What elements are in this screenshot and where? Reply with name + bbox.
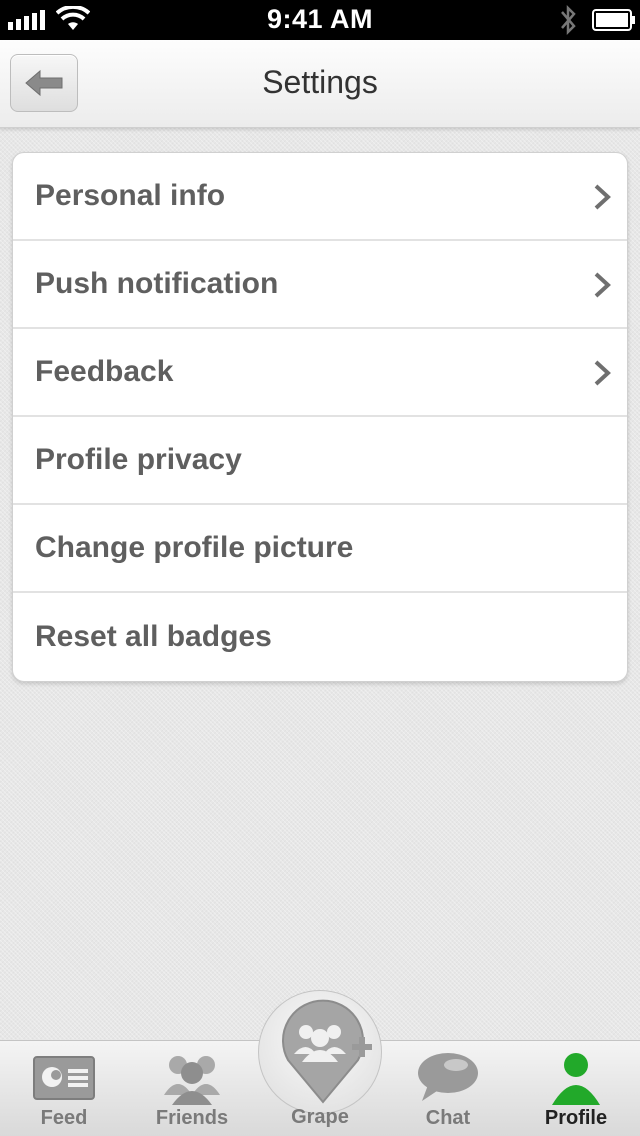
settings-item-label: Profile privacy [35,443,242,476]
tab-label: Profile [544,1107,608,1129]
tab-label: Feed [40,1107,88,1129]
settings-item-push-notification[interactable]: Push notification [13,241,627,329]
settings-item-reset-all-badges[interactable]: Reset all badges [13,593,627,681]
tab-label: Chat [425,1107,471,1129]
tab-label: Friends [155,1107,229,1129]
settings-item-label: Feedback [35,355,174,388]
tab-profile[interactable]: Profile [512,1041,640,1136]
settings-item-label: Reset all badges [35,620,272,653]
page-title: Settings [262,64,378,100]
chevron-right-icon [594,184,611,210]
settings-item-label: Personal info [35,179,226,212]
tab-friends[interactable]: Friends [128,1041,256,1136]
settings-item-change-profile-picture[interactable]: Change profile picture [13,505,627,593]
chevron-right-icon [594,272,611,298]
status-bar: 9:41 AM [0,0,640,40]
settings-item-label: Push notification [35,267,279,300]
feed-icon [33,1056,95,1100]
tab-feed[interactable]: Feed [0,1041,128,1136]
profile-icon [552,1053,600,1105]
tab-chat[interactable]: Chat [384,1041,512,1136]
bluetooth-icon [561,4,576,36]
settings-list: Personal info Push notification Feedback… [12,152,628,682]
battery-icon [592,9,635,31]
settings-item-feedback[interactable]: Feedback [13,329,627,417]
chat-icon [418,1053,478,1101]
settings-item-profile-privacy[interactable]: Profile privacy [13,417,627,505]
grape-add-icon[interactable] [268,998,378,1110]
chevron-right-icon [594,360,611,386]
settings-item-personal-info[interactable]: Personal info [13,153,627,241]
status-time: 9:41 AM [266,4,374,34]
settings-item-label: Change profile picture [35,531,354,564]
navigation-bar: Settings [0,40,640,128]
tab-label: Grape [291,1106,349,1128]
friends-icon [164,1056,220,1105]
